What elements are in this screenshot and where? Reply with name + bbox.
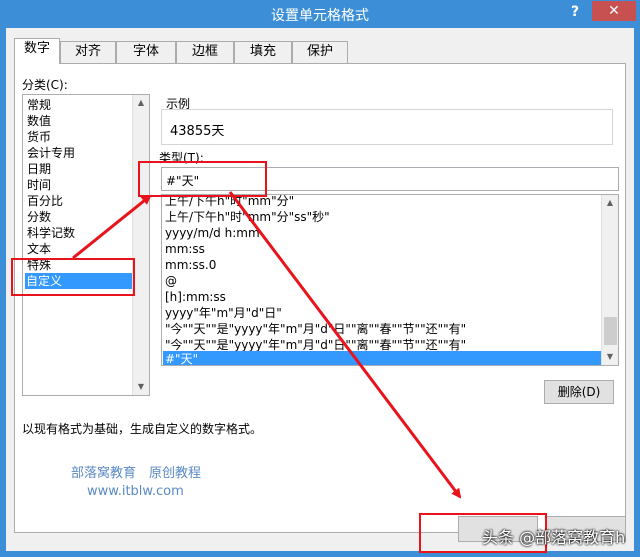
category-list[interactable]: 常规 数值 货币 会计专用 日期 时间 百分比 分数 科学记数 文本 特殊 自定…	[22, 94, 150, 396]
close-button[interactable]: ✕	[592, 1, 636, 21]
format-item[interactable]: yyyy"年"m"月"d"日"	[165, 305, 282, 321]
category-item[interactable]: 会计专用	[26, 145, 75, 161]
format-item[interactable]: 上午/下午h"时"mm"分"ss"秒"	[165, 209, 330, 225]
category-item[interactable]: 日期	[26, 161, 51, 177]
annotation-box-type	[138, 161, 267, 197]
format-item-selected[interactable]: #"天"	[163, 351, 601, 365]
category-scrollbar[interactable]: ▲ ▼	[132, 95, 149, 395]
scroll-thumb[interactable]	[604, 317, 617, 345]
category-item[interactable]: 时间	[26, 177, 51, 193]
format-list[interactable]: 上午/下午h"时"mm"分" 上午/下午h"时"mm"分"ss"秒" yyyy/…	[161, 194, 619, 366]
format-item[interactable]: mm:ss.0	[165, 257, 216, 273]
category-item[interactable]: 文本	[26, 241, 51, 257]
title-bar: 设置单元格格式 ? ✕	[0, 0, 640, 28]
number-tab-panel: 分类(C): 常规 数值 货币 会计专用 日期 时间 百分比 分数 科学记数 文…	[14, 63, 626, 533]
tab-border[interactable]: 边框	[176, 41, 234, 63]
format-scrollbar[interactable]: ▲ ▼	[601, 195, 618, 365]
dialog-title: 设置单元格格式	[271, 8, 369, 24]
format-item[interactable]: "今""天""是"yyyy"年"m"月"d"日""离""春""节""还""有"	[165, 321, 466, 337]
format-item[interactable]: [h]:mm:ss	[165, 289, 226, 305]
tab-fill[interactable]: 填充	[234, 41, 292, 63]
sample-value: 43855天	[170, 124, 225, 139]
category-item[interactable]: 数值	[26, 113, 51, 129]
category-item[interactable]: 货币	[26, 129, 51, 145]
watermark-line1: 部落窝教育 原创教程	[71, 466, 202, 481]
format-item[interactable]: @	[165, 273, 177, 289]
scroll-up-arrow-icon[interactable]: ▲	[133, 95, 149, 111]
watermark-line2: www.itblw.com	[87, 484, 184, 499]
sample-box: 43855天	[161, 109, 613, 145]
tab-alignment[interactable]: 对齐	[60, 41, 116, 63]
help-button[interactable]: ?	[565, 2, 585, 22]
tab-font[interactable]: 字体	[116, 41, 176, 63]
category-item[interactable]: 分数	[26, 209, 51, 225]
category-label: 分类(C):	[22, 78, 68, 92]
dialog-window: 设置单元格格式 ? ✕ 数字 对齐 字体 边框 填充 保护 分类(C): 常规 …	[0, 0, 640, 557]
format-item[interactable]: mm:ss	[165, 241, 205, 257]
category-item[interactable]: 常规	[26, 97, 51, 113]
scroll-down-arrow-icon[interactable]: ▼	[602, 349, 618, 365]
tab-protection[interactable]: 保护	[292, 41, 348, 63]
annotation-box-category	[11, 258, 135, 296]
description-text: 以现有格式为基础，生成自定义的数字格式。	[22, 422, 263, 436]
tab-number[interactable]: 数字	[14, 38, 60, 64]
delete-button[interactable]: 删除(D)	[544, 380, 614, 404]
footer-watermark: 头条 @部落窝教育h	[482, 528, 626, 547]
category-item[interactable]: 科学记数	[26, 225, 75, 241]
scroll-down-arrow-icon[interactable]: ▼	[133, 379, 149, 395]
scroll-up-arrow-icon[interactable]: ▲	[602, 195, 618, 211]
format-item[interactable]: yyyy/m/d h:mm	[165, 225, 260, 241]
category-item[interactable]: 百分比	[26, 193, 63, 209]
